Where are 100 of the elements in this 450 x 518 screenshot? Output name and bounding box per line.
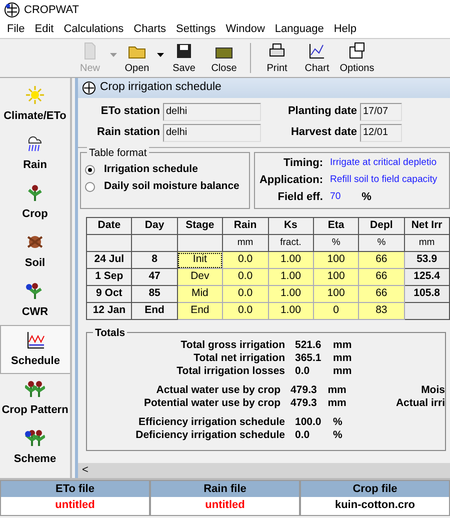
toolbar-button[interactable]: Chart (297, 39, 337, 77)
total-value: 521.6 (294, 338, 322, 353)
unit-label: mm (333, 338, 353, 353)
menu-item[interactable]: Window (220, 20, 270, 38)
date-field[interactable]: 12/01 (360, 124, 402, 142)
unit-cell: % (313, 234, 359, 252)
total-label: Mois (420, 382, 445, 398)
table-cell: 100 (313, 252, 359, 268)
setting-label: Field eff. (276, 190, 323, 206)
menu-item[interactable]: File (2, 20, 30, 38)
table-cell (404, 302, 450, 320)
table-cell: 83 (358, 302, 404, 320)
table-cell: Init (177, 252, 223, 268)
unit-cell: fract. (268, 234, 314, 252)
plant-water-icon (25, 280, 45, 301)
table-cell: 12 Jan (86, 302, 132, 320)
setting-value: 70 (330, 190, 341, 204)
date-field[interactable]: 17/07 (360, 102, 402, 120)
total-label: Total gross irrigation (180, 338, 285, 353)
total-value: 479.3 (290, 396, 318, 411)
column-header: Eta (313, 218, 359, 234)
field-label: Harvest date (290, 125, 357, 140)
sun-icon (25, 84, 45, 105)
column-header: Net Irr (404, 218, 450, 234)
table-cell: 100 (313, 286, 359, 302)
sidebar-item[interactable]: Soil (0, 227, 70, 276)
column-header: Rain (222, 218, 268, 234)
table-cell: 9 Oct (86, 286, 132, 302)
total-value: 0.0 (294, 364, 311, 379)
setting-value: Irrigate at critical depletio (330, 156, 437, 170)
table-cell: 0.0 (222, 252, 268, 268)
table-cell: 0.0 (222, 286, 268, 302)
status-label: Rain file (151, 481, 299, 497)
column-header: Ks (268, 218, 314, 234)
column-header: Day (132, 218, 178, 234)
sidebar-item[interactable]: Crop (0, 178, 70, 227)
settings-icon (347, 40, 367, 60)
total-value: 479.3 (290, 382, 318, 398)
field-label: Planting date (286, 104, 357, 120)
table-cell: 0 (313, 302, 359, 320)
unit-label: mm (328, 396, 348, 411)
sidebar-item[interactable]: Climate/ETo (0, 80, 70, 129)
table-cell: 1 Sep (86, 268, 132, 286)
sidebar-item[interactable]: Schedule (0, 325, 70, 374)
status-label: ETo file (1, 481, 149, 497)
total-label: Deficiency irrigation schedule (134, 428, 285, 443)
table-cell: 1.00 (268, 286, 314, 302)
scrollbar[interactable]: < (78, 463, 450, 478)
menu-item[interactable]: Charts (128, 20, 172, 38)
unit-label: % (362, 190, 372, 206)
unit-label: % (333, 414, 344, 430)
table-cell: 66 (358, 268, 404, 286)
toolbar-button[interactable]: Options (337, 39, 377, 77)
table-cell: 125.4 (404, 268, 450, 286)
status-label: Crop file (301, 481, 449, 497)
status-value: kuin-cotton.cro (301, 497, 449, 515)
toolbar-button[interactable]: Open (117, 39, 157, 77)
column-header: Date (86, 218, 132, 234)
total-value: 100.0 (294, 414, 322, 430)
total-label: Total net irrigation (192, 350, 285, 366)
unit-label: mm (333, 364, 353, 379)
column-header: Stage (177, 218, 223, 234)
radio-label: Daily soil moisture balance (104, 178, 240, 194)
sidebar-item[interactable]: CWR (0, 276, 70, 325)
total-label: Actual irri (394, 396, 445, 411)
radio-button[interactable] (85, 164, 95, 174)
window-title: Crop irrigation schedule (100, 80, 222, 96)
sidebar-item[interactable]: Crop Pattern (0, 374, 70, 423)
table-cell: Mid (177, 286, 223, 302)
unit-label: % (333, 428, 344, 443)
total-value: 0.0 (294, 428, 311, 443)
text-field[interactable]: delhi (163, 102, 261, 120)
setting-label: Timing: (282, 156, 323, 172)
table-cell: 105.8 (404, 286, 450, 302)
sidebar-item[interactable]: Rain (0, 129, 70, 178)
table-cell: Dev (177, 268, 223, 286)
sidebar-item[interactable]: Scheme (0, 423, 70, 472)
radio-label: Irrigation schedule (104, 162, 198, 177)
table-cell: 1.00 (268, 268, 314, 286)
menu-item[interactable]: Settings (171, 20, 221, 38)
setting-value: Refill soil to field capacity (330, 173, 438, 188)
status-value: untitled (151, 497, 299, 515)
total-value: 365.1 (294, 350, 322, 366)
unit-label: mm (333, 350, 353, 366)
window-title: CROPWAT (24, 2, 79, 18)
menu-item[interactable]: Help (328, 20, 362, 38)
table-cell: 47 (132, 268, 178, 286)
toolbar-button[interactable]: Save (164, 39, 204, 77)
menu-item[interactable]: Edit (30, 20, 59, 38)
toolbar-button[interactable]: Print (257, 39, 297, 77)
unit-cell: mm (404, 234, 450, 252)
menu-item[interactable]: Language (270, 20, 329, 38)
toolbar-button[interactable]: Close (204, 39, 244, 77)
scroll-arrow[interactable]: < (78, 462, 92, 478)
menu-item[interactable]: Calculations (58, 20, 129, 38)
text-field[interactable]: delhi (163, 124, 261, 142)
radio-button[interactable] (85, 182, 95, 192)
table-cell: 24 Jul (86, 252, 132, 268)
total-label: Potential water use by crop (143, 396, 281, 411)
table-cell: 100 (313, 268, 359, 286)
